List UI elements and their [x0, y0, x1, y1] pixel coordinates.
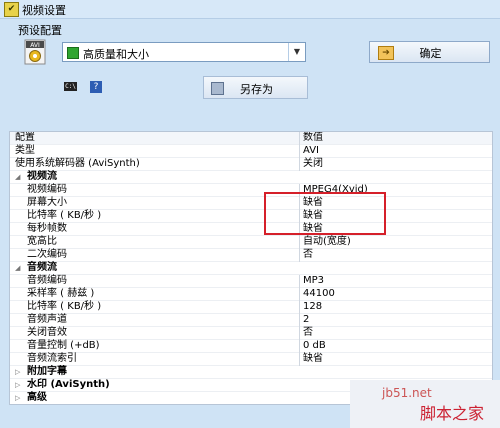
command-line-icon[interactable]: C:\: [64, 82, 77, 91]
avi-file-icon: AVI: [24, 39, 46, 65]
grid-property-row[interactable]: 类型 AVI: [10, 145, 492, 158]
property-name: 音频编码: [27, 275, 67, 286]
grid-property-row[interactable]: 音频编码 MP3: [10, 275, 492, 288]
grid-header: 配置 数值: [10, 132, 492, 145]
property-name: 音频声道: [27, 314, 67, 325]
property-value[interactable]: 128: [303, 301, 322, 313]
preset-dropdown[interactable]: 高质量和大小 ▼: [62, 42, 306, 62]
grid-property-row[interactable]: 比特率 ( KB/秒 ) 缺省: [10, 210, 492, 223]
property-name: 宽高比: [27, 236, 57, 247]
property-name: 每秒帧数: [27, 223, 67, 234]
property-value[interactable]: 缺省: [303, 353, 323, 365]
grid-property-row[interactable]: 视频编码 MPEG4(Xvid): [10, 184, 492, 197]
property-value[interactable]: 44100: [303, 288, 335, 300]
property-name: 高级: [27, 392, 47, 403]
save-as-label: 另存为: [240, 83, 273, 96]
property-name: 音频流索引: [27, 353, 77, 364]
grid-property-row[interactable]: 每秒帧数 缺省: [10, 223, 492, 236]
property-value[interactable]: 否: [303, 249, 313, 261]
property-value[interactable]: 自动(宽度): [303, 236, 351, 248]
property-value[interactable]: 否: [303, 327, 313, 339]
grid-property-row[interactable]: 使用系统解码器 (AviSynth) 关闭: [10, 158, 492, 171]
ok-button[interactable]: ➔ 确定: [369, 41, 490, 63]
grid-property-row[interactable]: 宽高比 自动(宽度): [10, 236, 492, 249]
svg-text:AVI: AVI: [30, 42, 40, 49]
preset-selected-value: 高质量和大小: [83, 48, 149, 61]
property-name: 采样率 ( 赫兹 ): [27, 288, 95, 299]
property-name: 使用系统解码器 (AviSynth): [15, 158, 140, 169]
property-name: 二次编码: [27, 249, 67, 260]
chevron-down-icon[interactable]: ▼: [288, 43, 305, 61]
grid-property-row[interactable]: 音频流索引 缺省: [10, 353, 492, 366]
window-title: 视频设置: [22, 4, 66, 17]
property-name: 水印 (AviSynth): [27, 379, 110, 390]
grid-category-row[interactable]: ▷ 附加字幕: [10, 366, 492, 379]
preset-color-icon: [67, 47, 79, 59]
property-name: 附加字幕: [27, 366, 67, 377]
ok-button-label: 确定: [419, 47, 442, 60]
property-value[interactable]: 关闭: [303, 158, 323, 170]
property-value[interactable]: 2: [303, 314, 309, 326]
grid-property-row[interactable]: 屏幕大小 缺省: [10, 197, 492, 210]
property-name: 屏幕大小: [27, 197, 67, 208]
preset-label: 预设配置: [18, 24, 62, 37]
property-name: 音频流: [27, 262, 57, 273]
expand-icon[interactable]: ▷: [15, 379, 20, 391]
property-value[interactable]: AVI: [303, 145, 319, 157]
collapse-icon[interactable]: ◢: [15, 171, 20, 183]
grid-property-row[interactable]: 音量控制 (+dB) 0 dB: [10, 340, 492, 353]
property-name: 视频流: [27, 171, 57, 182]
grid-category-row[interactable]: ◢ 视频流: [10, 171, 492, 184]
column-header-value: 数值: [303, 132, 323, 143]
expand-icon[interactable]: ▷: [15, 366, 20, 378]
property-value[interactable]: 0 dB: [303, 340, 326, 352]
grid-category-row[interactable]: ◢ 音频流: [10, 262, 492, 275]
expand-icon[interactable]: ▷: [15, 392, 20, 404]
property-name: 比特率 ( KB/秒 ): [27, 210, 102, 221]
collapse-icon[interactable]: ◢: [15, 262, 20, 274]
highlight-box: [264, 192, 386, 235]
title-bar: [0, 0, 500, 19]
watermark-name: 脚本之家: [420, 404, 485, 423]
app-icon: ✔: [4, 2, 19, 17]
property-value[interactable]: MP3: [303, 275, 324, 287]
grid-property-row[interactable]: 音频声道 2: [10, 314, 492, 327]
save-as-button[interactable]: 另存为: [203, 76, 308, 99]
grid-property-row[interactable]: 关闭音效 否: [10, 327, 492, 340]
property-name: 视频编码: [27, 184, 67, 195]
property-name: 关闭音效: [27, 327, 67, 338]
column-header-name: 配置: [15, 132, 35, 143]
help-icon[interactable]: ?: [90, 81, 102, 93]
property-grid[interactable]: 配置 数值 类型 AVI 使用系统解码器 (AviSynth) 关闭 ◢ 视频流 视频编码 M…: [9, 131, 493, 405]
grid-property-row[interactable]: 二次编码 否: [10, 249, 492, 262]
grid-property-row[interactable]: 采样率 ( 赫兹 ) 44100: [10, 288, 492, 301]
watermark-site: jb51.net: [382, 386, 432, 400]
property-name: 类型: [15, 145, 35, 156]
property-name: 音量控制 (+dB): [27, 340, 100, 351]
grid-property-row[interactable]: 比特率 ( KB/秒 ) 128: [10, 301, 492, 314]
property-name: 比特率 ( KB/秒 ): [27, 301, 102, 312]
